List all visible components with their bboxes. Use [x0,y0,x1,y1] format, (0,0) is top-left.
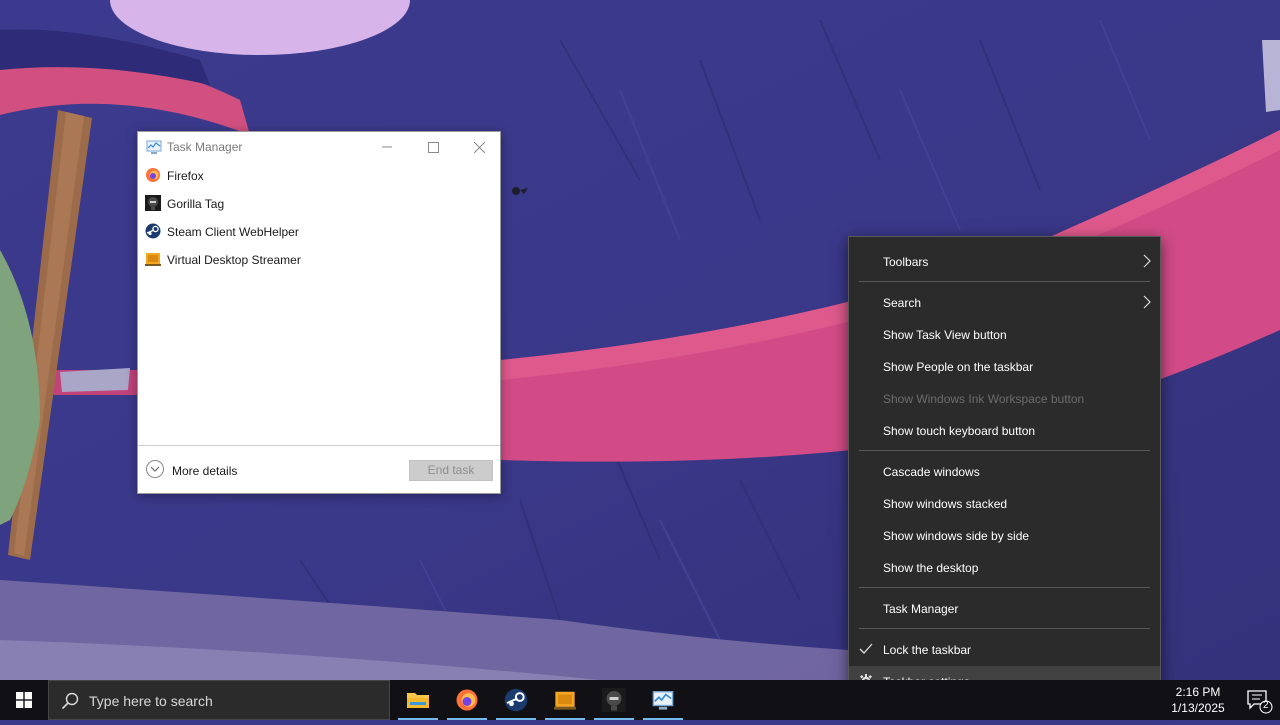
menu-separator [859,450,1150,451]
minimize-button[interactable] [364,132,410,162]
checkmark-icon [859,643,873,654]
taskbar[interactable]: Type here to search 2:16 PM 1/13/2025 2 [0,680,1280,720]
menu-item-label: Task Manager [883,602,959,616]
taskbar-context-menu: Toolbars Search Show Task View button Sh… [848,236,1161,705]
menu-item-label: Show touch keyboard button [883,424,1036,438]
process-name: Steam Client WebHelper [167,225,299,239]
clock-date: 1/13/2025 [1171,701,1225,715]
menu-item-label: Show Task View button [883,328,1007,342]
menu-item-label: Show windows side by side [883,529,1030,543]
menu-separator [859,587,1150,588]
firefox-icon [146,168,160,182]
file-explorer-icon [407,693,429,708]
menu-separator [859,281,1150,282]
maximize-icon [427,141,439,153]
taskbar-app-task-manager[interactable] [639,680,687,720]
notification-icon [1247,690,1273,714]
task-manager-icon [652,691,674,710]
search-placeholder: Type here to search [89,693,213,709]
more-details-label: More details [172,464,238,478]
chevron-right-icon [1143,254,1151,268]
title-bar[interactable]: Task Manager [138,132,500,162]
steam-icon [145,223,161,239]
task-manager-window: Task Manager Firefox Gorilla Tag Steam C… [137,131,501,494]
maximize-button[interactable] [410,132,456,162]
taskbar-search-box[interactable]: Type here to search [48,680,390,720]
process-row-steam[interactable]: Steam Client WebHelper [138,218,500,246]
menu-item-task-manager[interactable]: Task Manager [849,593,1160,623]
firefox-icon [456,689,478,711]
menu-item-label: Search [883,296,922,310]
taskbar-app-file-explorer[interactable] [394,680,442,720]
steam-icon [504,688,528,712]
close-button[interactable] [456,132,502,162]
menu-item-windows-stacked[interactable]: Show windows stacked [849,488,1160,518]
window-title: Task Manager [167,140,243,154]
chevron-down-icon [146,460,164,478]
chevron-right-icon [1143,295,1151,309]
menu-item-show-task-view[interactable]: Show Task View button [849,319,1160,349]
menu-item-label: Show Windows Ink Workspace button [883,392,1085,406]
virtual-desktop-icon [554,691,576,710]
menu-separator [859,628,1150,629]
close-icon [473,141,485,153]
task-manager-footer: More details End task [138,445,500,495]
notification-count: 2 [1263,700,1269,711]
search-icon [61,692,79,710]
menu-item-show-desktop[interactable]: Show the desktop [849,552,1160,582]
process-row-virtual-desktop[interactable]: Virtual Desktop Streamer [138,246,500,274]
menu-item-toolbars[interactable]: Toolbars [849,246,1160,276]
system-clock[interactable]: 2:16 PM 1/13/2025 [1160,684,1236,716]
menu-item-label: Cascade windows [883,465,980,479]
task-manager-icon [146,140,162,154]
action-center-button[interactable]: 2 [1236,680,1280,720]
process-name: Firefox [167,169,204,183]
clock-time: 2:16 PM [1175,685,1221,699]
menu-item-label: Show the desktop [883,561,979,575]
taskbar-app-steam[interactable] [492,680,540,720]
process-row-gorilla-tag[interactable]: Gorilla Tag [138,190,500,218]
menu-item-show-ink-workspace: Show Windows Ink Workspace button [849,383,1160,413]
process-name: Gorilla Tag [167,197,225,211]
end-task-button[interactable]: End task [409,460,493,481]
menu-item-label: Show windows stacked [883,497,1008,511]
minimize-icon [382,146,392,148]
menu-item-lock-taskbar[interactable]: Lock the taskbar [849,634,1160,664]
process-name: Virtual Desktop Streamer [167,253,301,267]
taskbar-app-firefox[interactable] [443,680,491,720]
menu-item-label: Toolbars [883,255,929,269]
taskbar-app-virtual-desktop[interactable] [541,680,589,720]
menu-item-search[interactable]: Search [849,287,1160,317]
menu-item-cascade-windows[interactable]: Cascade windows [849,456,1160,486]
windows-logo-icon [16,692,32,708]
menu-item-label: Lock the taskbar [883,643,972,657]
gorilla-tag-icon [145,195,161,211]
menu-item-show-touch-keyboard[interactable]: Show touch keyboard button [849,415,1160,445]
gorilla-tag-icon [602,688,626,712]
menu-item-show-people[interactable]: Show People on the taskbar [849,351,1160,381]
process-row-firefox[interactable]: Firefox [138,162,500,190]
virtual-desktop-icon [145,253,161,266]
start-button[interactable] [0,680,48,720]
taskbar-app-gorilla-tag[interactable] [590,680,638,720]
menu-item-windows-side-by-side[interactable]: Show windows side by side [849,520,1160,550]
menu-item-label: Show People on the taskbar [883,360,1034,374]
